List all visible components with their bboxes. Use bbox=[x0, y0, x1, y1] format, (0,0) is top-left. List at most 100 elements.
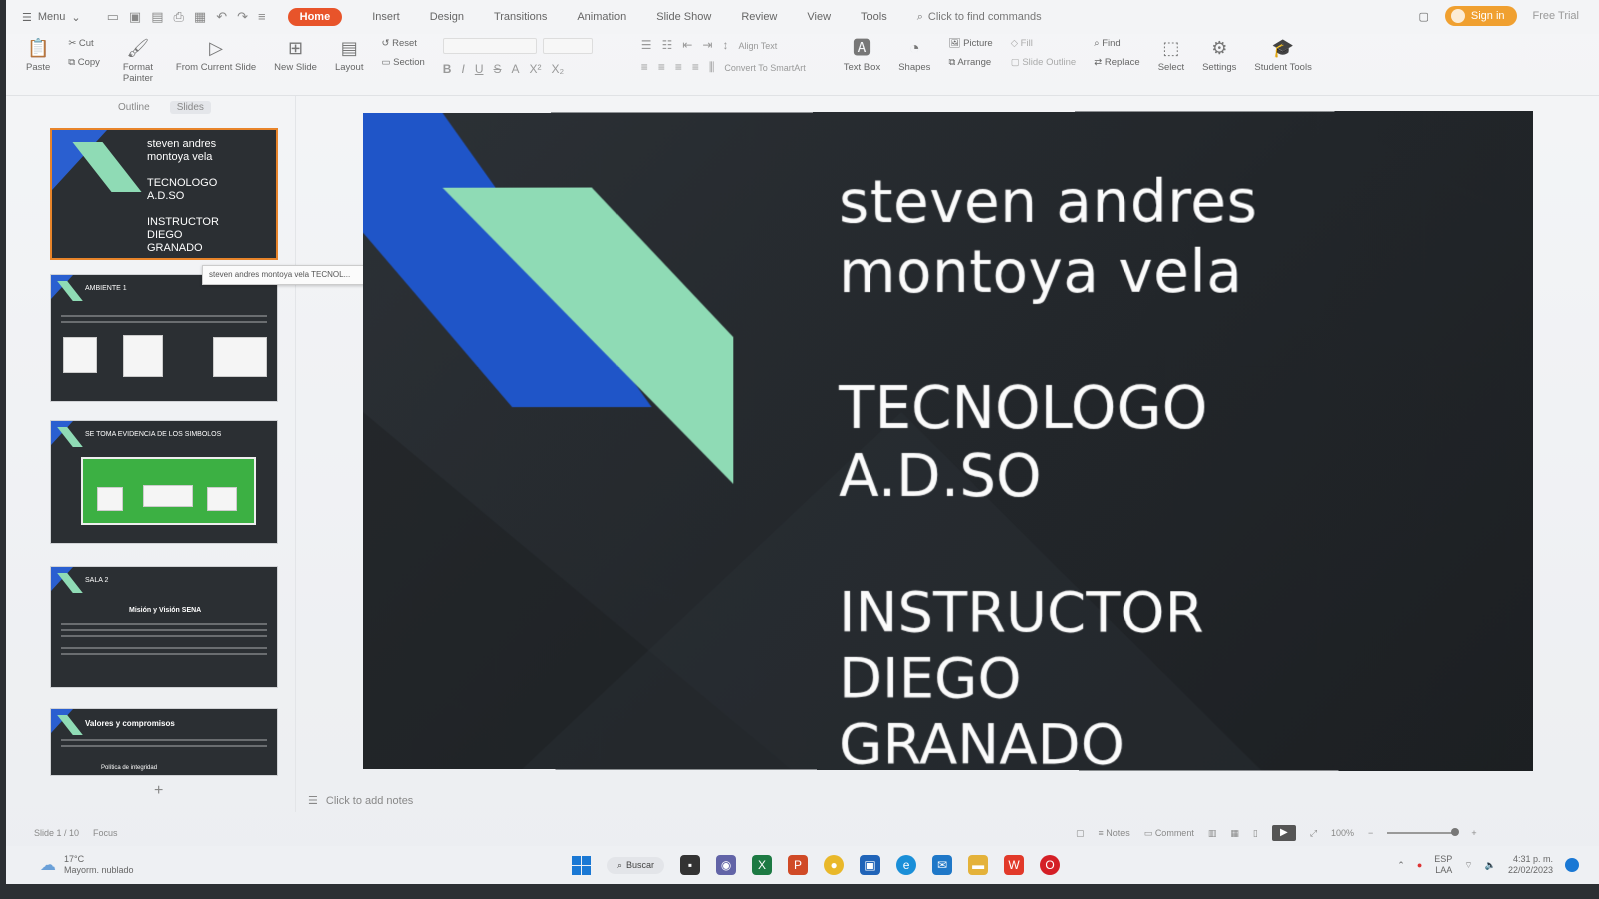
strikethrough-icon[interactable]: S bbox=[493, 62, 501, 76]
find-button[interactable]: ⌕ Find bbox=[1094, 38, 1139, 49]
menu-button[interactable]: ☰ Menu ⌄ bbox=[22, 11, 81, 24]
wps-office-icon[interactable]: W bbox=[1004, 855, 1024, 875]
play-slideshow-button[interactable]: ▶ bbox=[1272, 825, 1296, 841]
slide-canvas[interactable]: steven andres montoya vela TECNOLOGO A.D… bbox=[363, 111, 1533, 771]
powerpoint-icon[interactable]: P bbox=[788, 855, 808, 875]
reset-button[interactable]: ↺ Reset bbox=[381, 38, 424, 49]
tab-design[interactable]: Design bbox=[430, 11, 464, 23]
free-trial-button[interactable]: Free Trial bbox=[1533, 10, 1579, 22]
comment-toggle[interactable]: ▭ Comment bbox=[1144, 828, 1194, 839]
paste-button[interactable]: 📋 Paste bbox=[26, 34, 50, 73]
tab-slides[interactable]: Slides bbox=[170, 101, 211, 114]
tab-insert[interactable]: Insert bbox=[372, 11, 400, 23]
font-size-select[interactable] bbox=[543, 38, 593, 54]
superscript-icon[interactable]: X² bbox=[530, 62, 542, 76]
settings-button[interactable]: ⚙ Settings bbox=[1202, 34, 1236, 73]
command-search[interactable]: ⌕ Click to find commands bbox=[917, 11, 1042, 24]
redo-icon[interactable]: ↷ bbox=[237, 9, 248, 25]
font-name-select[interactable] bbox=[443, 38, 537, 54]
reading-view-icon[interactable]: ▯ bbox=[1253, 828, 1258, 839]
notes-toggle[interactable]: ≡ Notes bbox=[1099, 828, 1130, 838]
edge-icon[interactable]: e bbox=[896, 855, 916, 875]
justify-icon[interactable]: ≡ bbox=[692, 60, 699, 75]
align-left-icon[interactable]: ≡ bbox=[641, 60, 648, 75]
indent-icon[interactable]: ⇤ bbox=[682, 38, 692, 52]
undo-icon[interactable]: ↶ bbox=[216, 9, 227, 25]
format-painter-button[interactable]: 🖌 Format Painter bbox=[118, 34, 158, 84]
bullets-icon[interactable]: ☰ bbox=[641, 38, 652, 52]
slide-sorter-icon[interactable]: ▦ bbox=[1230, 828, 1239, 839]
arrange-button[interactable]: ⧉ Arrange bbox=[948, 57, 992, 68]
align-text-button[interactable]: Align Text bbox=[738, 38, 777, 52]
wifi-icon[interactable]: ⌔ bbox=[1464, 860, 1472, 871]
new-slide-button[interactable]: ⊞ New Slide bbox=[274, 34, 317, 73]
replace-button[interactable]: ⇄ Replace bbox=[1094, 57, 1139, 68]
notification-icon[interactable] bbox=[1565, 858, 1579, 872]
slide-thumbnail-2[interactable]: 2 AMBIENTE 1 bbox=[50, 274, 278, 402]
tab-outline[interactable]: Outline bbox=[118, 102, 150, 113]
tab-home[interactable]: Home bbox=[288, 8, 343, 26]
align-right-icon[interactable]: ≡ bbox=[675, 60, 682, 75]
italic-icon[interactable]: I bbox=[461, 62, 464, 76]
tab-review[interactable]: Review bbox=[741, 11, 777, 23]
slide-title-name[interactable]: steven andres montoya vela bbox=[839, 167, 1257, 308]
store-icon[interactable]: ▣ bbox=[860, 855, 880, 875]
add-slide-icon[interactable]: + bbox=[154, 782, 163, 800]
slide-thumbnail-3[interactable]: 3 SE TOMA EVIDENCIA DE LOS SIMBOLOS bbox=[50, 420, 278, 544]
shapes-button[interactable]: ◔ Shapes bbox=[898, 34, 930, 73]
sign-in-button[interactable]: Sign in bbox=[1445, 6, 1517, 26]
select-button[interactable]: ⬚ Select bbox=[1158, 34, 1184, 73]
section-button[interactable]: ▭ Section bbox=[381, 57, 424, 68]
slide-outline-button[interactable]: ▢ Slide Outline bbox=[1011, 57, 1077, 68]
opera-icon[interactable]: O bbox=[1040, 855, 1060, 875]
outdent-icon[interactable]: ⇥ bbox=[702, 38, 712, 52]
tab-animation[interactable]: Animation bbox=[577, 11, 626, 23]
excel-icon[interactable]: X bbox=[752, 855, 772, 875]
zoom-knob[interactable] bbox=[1451, 828, 1459, 836]
print-icon[interactable]: ⎙ bbox=[174, 9, 184, 25]
window-mode-icon[interactable]: ▢ bbox=[1418, 10, 1428, 23]
tab-view[interactable]: View bbox=[807, 11, 831, 23]
normal-view-icon[interactable]: ▥ bbox=[1208, 828, 1217, 839]
export-pdf-icon[interactable]: ▤ bbox=[151, 9, 163, 25]
slide-text-program[interactable]: TECNOLOGO A.D.SO bbox=[839, 374, 1207, 510]
mail-icon[interactable]: ✉ bbox=[932, 855, 952, 875]
picture-button[interactable]: 🖼 Picture bbox=[948, 38, 992, 49]
subscript-icon[interactable]: X₂ bbox=[552, 62, 565, 76]
teams-chat-icon[interactable]: ◉ bbox=[716, 855, 736, 875]
underline-icon[interactable]: U bbox=[475, 62, 484, 76]
language-indicator[interactable]: ESP LAA bbox=[1434, 854, 1452, 876]
tab-tools[interactable]: Tools bbox=[861, 11, 887, 23]
font-color-icon[interactable]: A bbox=[512, 62, 520, 76]
print-preview-icon[interactable]: ▦ bbox=[194, 9, 206, 25]
task-view-icon[interactable]: ▪ bbox=[680, 855, 700, 875]
speaker-icon[interactable]: 🔈 bbox=[1485, 860, 1496, 871]
file-explorer-icon[interactable]: ▬ bbox=[968, 855, 988, 875]
text-box-button[interactable]: 🅰 Text Box bbox=[844, 34, 880, 73]
save-icon[interactable]: ▣ bbox=[129, 9, 141, 25]
fit-window-icon[interactable]: ⤢ bbox=[1310, 828, 1317, 839]
convert-smartart-button[interactable]: Convert To SmartArt bbox=[724, 60, 805, 75]
tab-transitions[interactable]: Transitions bbox=[494, 11, 547, 23]
layout-button[interactable]: ▤ Layout bbox=[335, 34, 364, 73]
slide-text-instructor[interactable]: INSTRUCTOR DIEGO GRANADO bbox=[839, 580, 1204, 771]
clock[interactable]: 4:31 p. m. 22/02/2023 bbox=[1508, 854, 1553, 876]
zoom-out-icon[interactable]: − bbox=[1368, 828, 1373, 838]
align-center-icon[interactable]: ≡ bbox=[658, 60, 665, 75]
chrome-icon[interactable]: ● bbox=[824, 855, 844, 875]
line-spacing-icon[interactable]: ↕ bbox=[722, 38, 728, 52]
cut-button[interactable]: ✂ Cut bbox=[68, 38, 100, 49]
slide-thumbnail-5[interactable]: 5 Valores y compromisos Política de inte… bbox=[50, 708, 278, 776]
fill-button[interactable]: ◇ Fill bbox=[1011, 38, 1077, 49]
chevron-up-icon[interactable]: ⌃ bbox=[1397, 860, 1405, 871]
numbering-icon[interactable]: ☷ bbox=[662, 38, 673, 52]
copy-button[interactable]: ⧉ Copy bbox=[68, 57, 100, 68]
zoom-slider[interactable] bbox=[1387, 832, 1457, 834]
taskbar-search[interactable]: ⌕ Buscar bbox=[607, 857, 664, 874]
focus-button[interactable]: Focus bbox=[93, 828, 118, 838]
student-tools-button[interactable]: 🎓 Student Tools bbox=[1254, 34, 1311, 73]
spell-check-icon[interactable]: ▢ bbox=[1076, 828, 1085, 839]
more-icon[interactable]: ≡ bbox=[258, 9, 266, 25]
antivirus-icon[interactable]: ● bbox=[1417, 860, 1422, 870]
weather-widget[interactable]: ☁ 17°C Mayorm. nublado bbox=[40, 854, 134, 876]
